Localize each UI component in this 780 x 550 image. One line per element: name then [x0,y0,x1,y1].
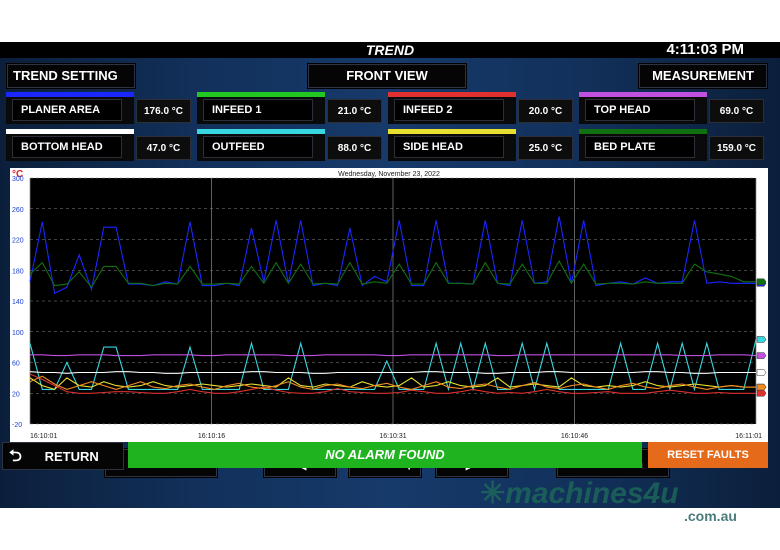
alarm-status-bar: NO ALARM FOUND [128,442,642,468]
sensor-tag: OUTFEED [197,129,325,161]
return-icon: ⮌ [9,448,22,465]
sensor-tag: PLANER AREA [6,92,134,124]
sensor-tag-value: 69.0 °C [709,99,764,123]
sensor-tag: BED PLATE [579,129,707,161]
hmi-screen: TREND 4:11:03 PM TREND SETTING FRONT VIE… [0,42,780,508]
y-tick-label: 260 [12,207,24,214]
series-marker [756,352,767,359]
x-tick-label: 16:11:01 [735,433,762,440]
y-tick-label: 140 [12,299,24,306]
y-tick-label: 300 [12,176,24,183]
trend-chart: Wednesday, November 23, 2022 °C 300 260 220 1… [10,168,768,442]
y-tick-label: -20 [12,422,22,429]
sensor-tag-value: 88.0 °C [327,136,382,160]
y-tick-label: 180 [12,268,24,275]
sensor-tag-label[interactable]: BED PLATE [585,136,695,158]
sensor-tag: INFEED 2 [388,92,516,124]
sensor-tag-label[interactable]: INFEED 2 [394,99,504,121]
sensor-tag-value: 159.0 °C [709,136,764,160]
sensor-tag-label[interactable]: PLANER AREA [12,99,122,121]
sensor-tag-label[interactable]: BOTTOM HEAD [12,136,122,158]
watermark-domain: .com.au [684,508,737,524]
reset-faults-button[interactable]: RESET FAULTS [648,442,768,468]
x-tick-label: 16:10:01 [30,433,57,440]
sensor-tag: SIDE HEAD [388,129,516,161]
sensor-tag-value: 176.0 °C [136,99,191,123]
screen-title: TREND [365,42,415,58]
sensor-tag-value: 21.0 °C [327,99,382,123]
sensor-tag-label[interactable]: INFEED 1 [203,99,313,121]
measurement-button[interactable]: MEASUREMENT [638,63,768,89]
clock: 4:11:03 PM [666,42,744,58]
sensor-tag: TOP HEAD [579,92,707,124]
sensor-tag-value: 25.0 °C [518,136,573,160]
x-tick-label: 16:10:31 [379,433,406,440]
x-tick-label: 16:10:16 [198,433,225,440]
trend-chart-svg: Wednesday, November 23, 2022°C3002602201… [12,169,767,440]
sensor-tag-value: 20.0 °C [518,99,573,123]
series-marker [756,336,767,343]
sensor-tag-value: 47.0 °C [136,136,191,160]
series-marker [756,278,767,286]
series-marker [756,390,767,397]
sensor-tag: INFEED 1 [197,92,325,124]
front-view-button[interactable]: FRONT VIEW [307,63,467,89]
series-marker [756,369,767,376]
series-marker [756,383,767,391]
return-label: RETURN [44,449,99,464]
sensor-tag-label[interactable]: SIDE HEAD [394,136,504,158]
sensor-tag-label[interactable]: OUTFEED [203,136,313,158]
y-tick-label: 220 [12,238,24,245]
return-button[interactable]: ⮌ RETURN [2,442,124,470]
y-tick-label: 100 [12,330,24,337]
chart-title: Wednesday, November 23, 2022 [338,171,440,178]
x-tick-label: 16:10:46 [561,433,588,440]
sensor-tag-label[interactable]: TOP HEAD [585,99,695,121]
y-tick-label: 60 [12,361,20,368]
sensor-tag: BOTTOM HEAD [6,129,134,161]
trend-setting-button[interactable]: TREND SETTING [6,63,136,89]
y-tick-label: 20 [12,391,20,398]
